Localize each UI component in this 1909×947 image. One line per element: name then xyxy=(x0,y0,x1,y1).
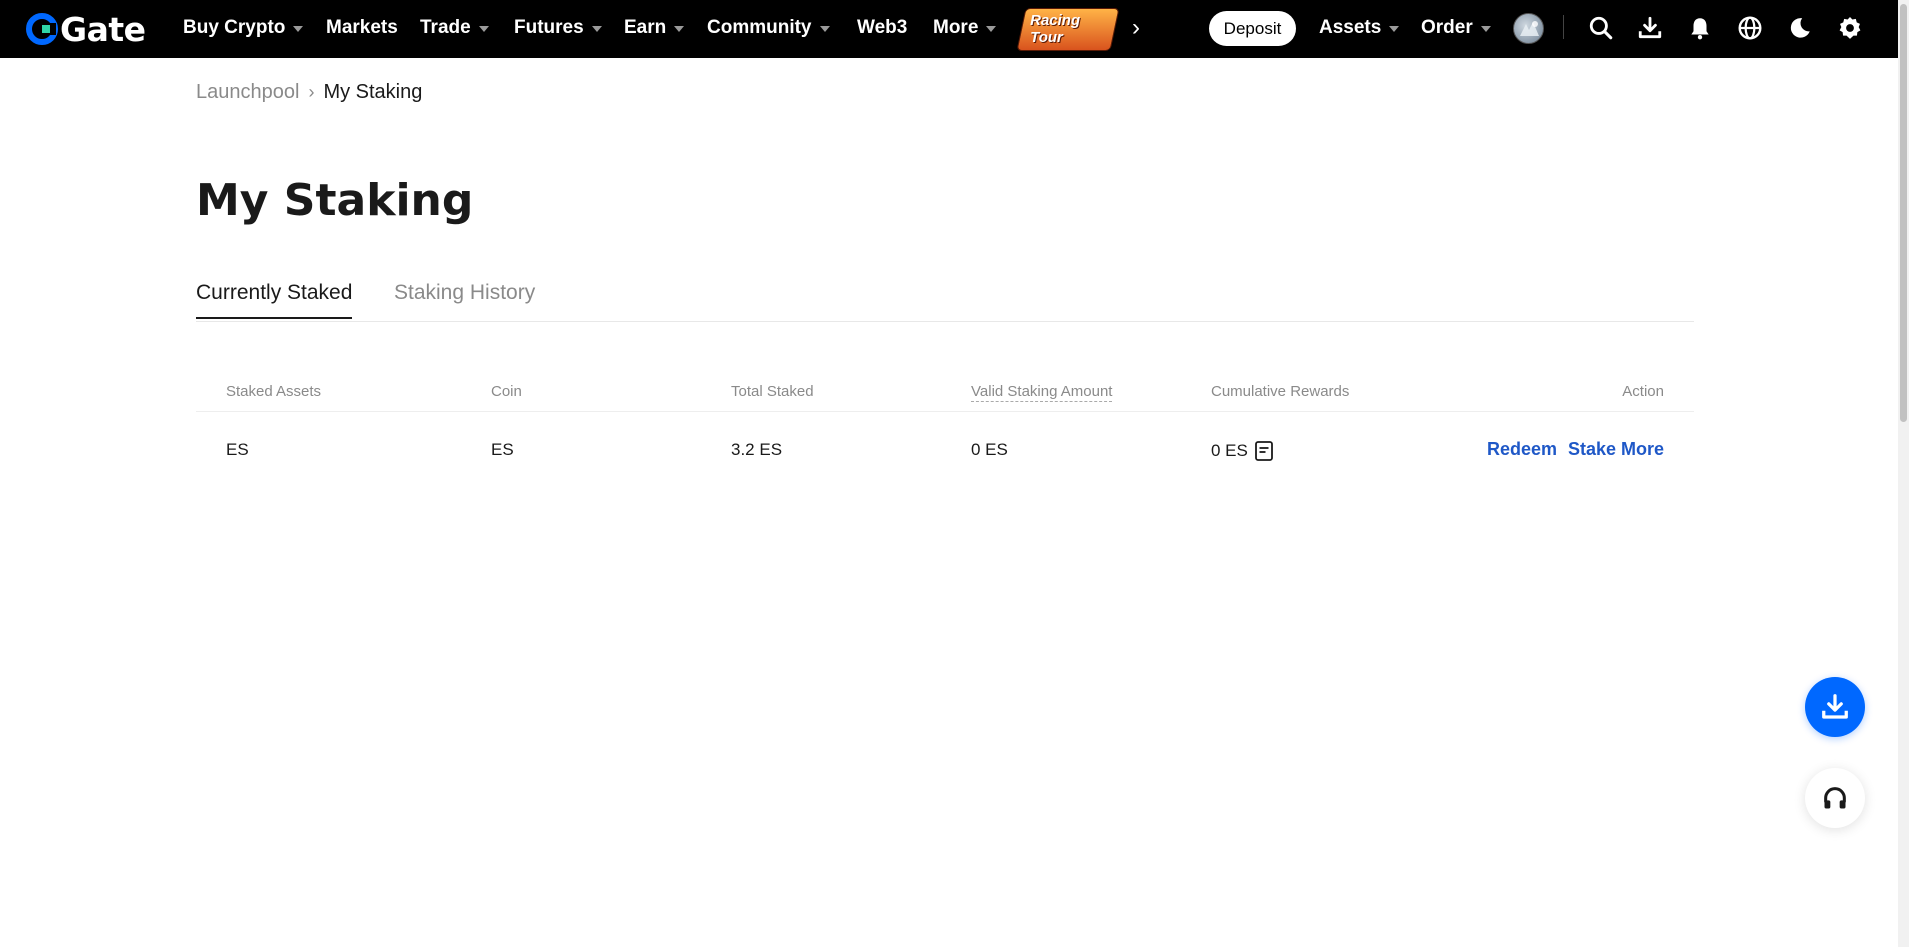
breadcrumb: Launchpool › My Staking xyxy=(196,81,422,104)
scrollbar-thumb[interactable] xyxy=(1900,4,1907,422)
cumulative-rewards-value: 0 ES xyxy=(1211,441,1248,460)
reward-details-icon[interactable] xyxy=(1254,440,1274,462)
stake-more-button[interactable]: Stake More xyxy=(1568,439,1664,460)
header-cumulative-rewards: Cumulative Rewards xyxy=(1211,383,1350,400)
nav-assets-label: Assets xyxy=(1319,17,1382,38)
racing-tour-label: Racing Tour xyxy=(1030,11,1081,46)
caret-down-icon xyxy=(478,26,489,32)
redeem-button[interactable]: Redeem xyxy=(1487,439,1557,460)
tab-currently-staked[interactable]: Currently Staked xyxy=(196,281,353,319)
download-icon[interactable] xyxy=(1635,13,1665,43)
customer-support-button[interactable] xyxy=(1805,768,1865,828)
nav-buy-crypto[interactable]: Buy Crypto xyxy=(183,17,304,39)
nav-divider xyxy=(1563,15,1564,39)
download-app-button[interactable] xyxy=(1805,677,1865,737)
header-staked-assets: Staked Assets xyxy=(226,383,322,400)
deposit-button[interactable]: Deposit xyxy=(1209,11,1296,46)
chevron-right-icon[interactable]: › xyxy=(1132,14,1140,42)
nav-web3-label: Web3 xyxy=(857,17,908,38)
gate-logo-icon xyxy=(26,13,58,45)
caret-down-icon xyxy=(591,26,602,32)
download-icon xyxy=(1822,694,1848,719)
avatar-image-icon xyxy=(1520,21,1539,36)
nav-more[interactable]: More xyxy=(933,17,997,39)
chevron-right-icon: › xyxy=(308,82,315,102)
nav-community[interactable]: Community xyxy=(707,17,830,39)
header-total-staked: Total Staked xyxy=(731,383,814,400)
nav-markets-label: Markets xyxy=(326,17,398,38)
caret-down-icon xyxy=(986,26,997,32)
nav-order[interactable]: Order xyxy=(1421,17,1491,39)
moon-icon[interactable] xyxy=(1785,13,1815,43)
nav-community-label: Community xyxy=(707,17,812,38)
header-coin: Coin xyxy=(491,383,522,400)
tab-staking-history[interactable]: Staking History xyxy=(394,281,535,317)
cell-cumulative-rewards: 0 ES xyxy=(1211,440,1274,462)
page-title: My Staking xyxy=(196,175,474,226)
logo-text: Gate xyxy=(60,9,146,49)
caret-down-icon xyxy=(1480,26,1491,32)
cell-total-staked: 3.2 ES xyxy=(731,440,783,459)
headset-icon xyxy=(1824,787,1846,809)
cell-coin: ES xyxy=(491,440,514,459)
page-scrollbar[interactable] xyxy=(1898,0,1909,947)
nav-web3[interactable]: Web3 xyxy=(857,17,907,39)
nav-futures-label: Futures xyxy=(514,17,584,38)
cell-valid-staking-amount: 0 ES xyxy=(971,440,1008,459)
nav-assets[interactable]: Assets xyxy=(1319,17,1400,39)
caret-down-icon xyxy=(819,26,830,32)
nav-earn[interactable]: Earn xyxy=(624,17,685,39)
user-avatar[interactable] xyxy=(1513,13,1544,44)
staking-table: Staked Assets Coin Total Staked Valid St… xyxy=(196,374,1694,490)
nav-trade-label: Trade xyxy=(420,17,471,38)
nav-order-label: Order xyxy=(1421,17,1473,38)
table-header: Staked Assets Coin Total Staked Valid St… xyxy=(196,374,1694,412)
racing-tour-badge: Racing Tour xyxy=(1017,8,1119,50)
header-valid-staking-amount[interactable]: Valid Staking Amount xyxy=(971,383,1113,402)
nav-buy-crypto-label: Buy Crypto xyxy=(183,17,286,38)
caret-down-icon xyxy=(293,26,304,32)
globe-icon[interactable] xyxy=(1735,13,1765,43)
nav-more-label: More xyxy=(933,17,979,38)
table-row: ES ES 3.2 ES 0 ES 0 ES Redeem Stake More xyxy=(196,412,1694,490)
gate-logo[interactable]: Gate xyxy=(26,9,146,49)
nav-trade[interactable]: Trade xyxy=(420,17,489,39)
caret-down-icon xyxy=(674,26,685,32)
search-icon[interactable] xyxy=(1586,13,1616,43)
racing-tour-promo[interactable]: Racing Tour xyxy=(1017,8,1119,50)
breadcrumb-current: My Staking xyxy=(323,81,423,103)
top-navbar: Gate Buy Crypto Markets Trade Futures Ea… xyxy=(0,0,1898,58)
nav-futures[interactable]: Futures xyxy=(514,17,602,39)
caret-down-icon xyxy=(1389,26,1400,32)
bell-icon[interactable] xyxy=(1685,13,1715,43)
cell-staked-assets: ES xyxy=(226,440,249,459)
breadcrumb-launchpool-link[interactable]: Launchpool xyxy=(196,81,299,104)
gear-icon[interactable] xyxy=(1835,13,1865,43)
nav-markets[interactable]: Markets xyxy=(326,17,398,39)
header-action: Action xyxy=(1622,383,1664,400)
staking-tabs: Currently Staked Staking History xyxy=(196,278,1694,322)
nav-earn-label: Earn xyxy=(624,17,667,38)
